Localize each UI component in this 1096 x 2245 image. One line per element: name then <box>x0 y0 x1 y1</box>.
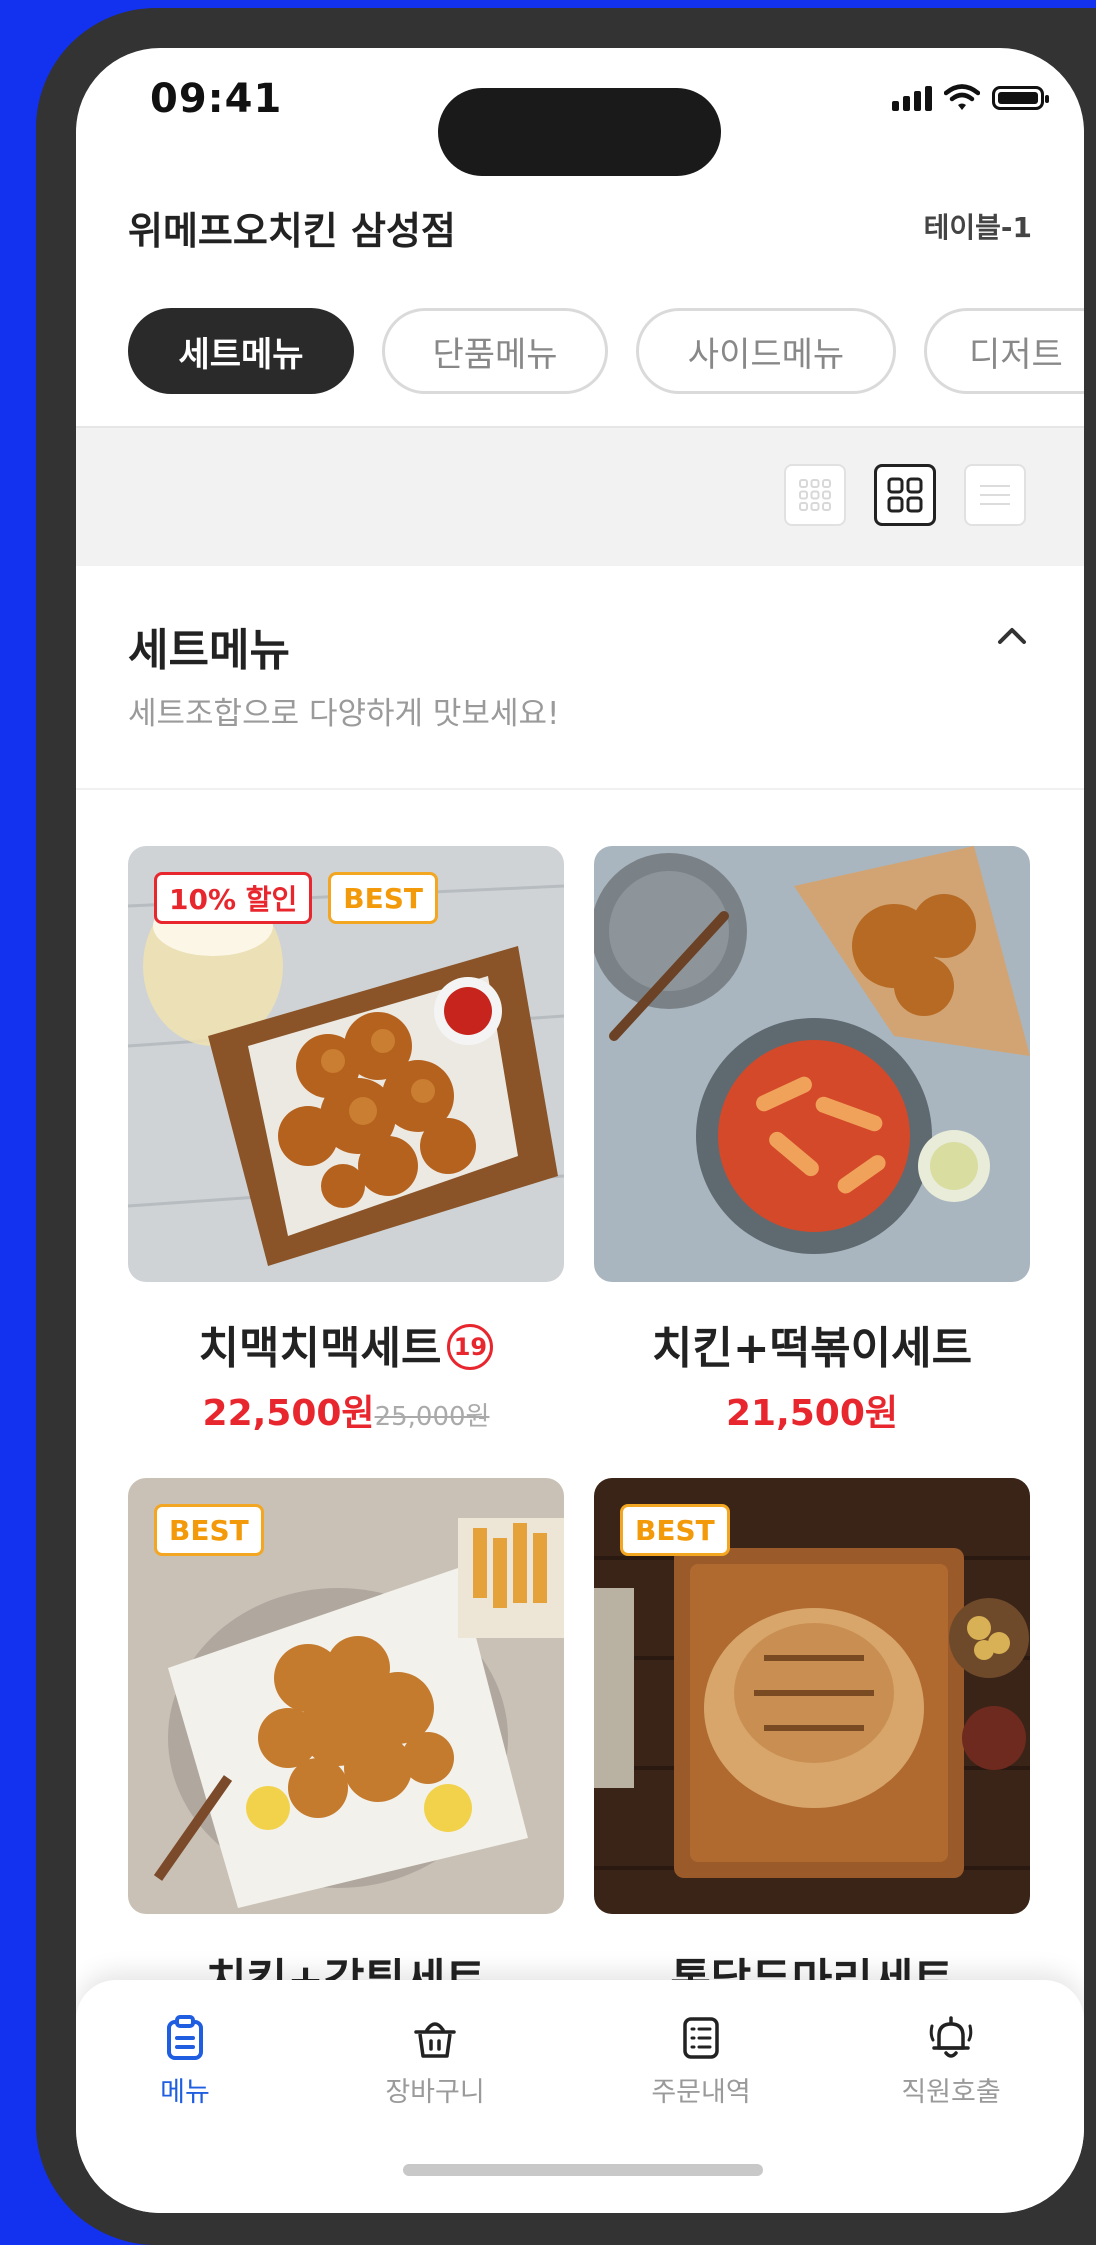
order-list-icon <box>683 2017 719 2059</box>
bottom-navigation: 메뉴 장바구니 주문내역 직원호출 <box>76 1980 1084 2213</box>
tab-set-menu[interactable]: 세트메뉴 <box>128 308 354 394</box>
product-image <box>594 846 1030 1282</box>
chevron-up-icon[interactable] <box>992 616 1032 656</box>
age-restriction-badge: 19 <box>447 1324 494 1370</box>
view-grid-2-button[interactable] <box>874 464 936 526</box>
nav-label: 직원호출 <box>901 2077 1001 2108</box>
best-badge: BEST <box>328 872 439 924</box>
view-grid-3-button[interactable] <box>784 464 846 526</box>
app-screen: 09:41 위메프오치킨 삼성점 테이블-1 세트메뉴 단품메뉴 사이드메뉴 디… <box>76 48 1084 2213</box>
product-image: BEST <box>128 1478 564 1914</box>
product-image: BEST <box>594 1478 1030 1914</box>
status-icons <box>892 84 1049 112</box>
home-indicator[interactable] <box>403 2164 763 2176</box>
basket-icon <box>414 2022 456 2058</box>
nav-label: 주문내역 <box>651 2077 751 2108</box>
bell-icon <box>929 2016 973 2058</box>
clipboard-icon <box>167 2015 203 2060</box>
signal-icon <box>892 85 932 111</box>
dynamic-island <box>438 88 721 176</box>
section-divider <box>76 788 1084 790</box>
category-tabs: 세트메뉴 단품메뉴 사이드메뉴 디저트 <box>128 308 1084 394</box>
list-icon <box>980 485 1010 505</box>
battery-icon <box>992 86 1049 110</box>
store-name: 위메프오치킨 삼성점 <box>128 209 456 253</box>
wifi-icon <box>944 84 980 110</box>
tab-single-menu[interactable]: 단품메뉴 <box>382 308 608 394</box>
price-row: 22,500원25,000원 <box>128 1384 564 1436</box>
tab-dessert[interactable]: 디저트 <box>924 308 1084 394</box>
product-card[interactable]: 10% 할인 BEST 치맥치맥세트 19 22,500원25,000원 <box>128 846 564 1436</box>
product-price: 21,500원 <box>725 1393 899 1434</box>
nav-label: 메뉴 <box>160 2077 210 2108</box>
product-card[interactable]: BEST 치킨+감튀세트 <box>128 1478 564 2008</box>
tab-side-menu[interactable]: 사이드메뉴 <box>636 308 896 394</box>
table-number: 테이블-1 <box>923 211 1032 244</box>
nav-menu[interactable]: 메뉴 <box>100 2014 270 2109</box>
best-badge: BEST <box>154 1504 264 1556</box>
discount-badge: 10% 할인 <box>154 872 313 924</box>
product-name: 치맥치맥세트 <box>198 1323 442 1374</box>
grid-2-icon <box>887 477 923 513</box>
product-badges: 10% 할인 BEST <box>154 872 439 924</box>
price-row: 21,500원 <box>594 1384 1030 1436</box>
product-name-row: 치맥치맥세트 19 <box>128 1312 564 1376</box>
product-badges: BEST <box>154 1504 264 1556</box>
product-badges: BEST <box>620 1504 730 1556</box>
nav-cart[interactable]: 장바구니 <box>350 2014 520 2109</box>
product-card[interactable]: BEST 통닭두마리세트 <box>594 1478 1030 2008</box>
original-price: 25,000원 <box>374 1402 490 1432</box>
product-price: 22,500원 <box>202 1393 375 1434</box>
grid-3-icon <box>799 479 831 511</box>
section-title: 세트메뉴 <box>128 625 290 676</box>
product-name: 치킨+떡볶이세트 <box>651 1323 973 1374</box>
nav-order-history[interactable]: 주문내역 <box>616 2014 786 2109</box>
view-list-button[interactable] <box>964 464 1026 526</box>
nav-label: 장바구니 <box>385 2077 485 2108</box>
nav-call-staff[interactable]: 직원호출 <box>866 2014 1036 2109</box>
product-image: 10% 할인 BEST <box>128 846 564 1282</box>
view-mode-bar <box>76 426 1084 566</box>
best-badge: BEST <box>620 1504 730 1556</box>
product-card[interactable]: 치킨+떡볶이세트 21,500원 <box>594 846 1030 1436</box>
chicken-tteokbokki-photo <box>594 846 1030 1282</box>
status-time: 09:41 <box>150 76 283 122</box>
section-subtitle: 세트조합으로 다양하게 맛보세요! <box>128 696 560 732</box>
